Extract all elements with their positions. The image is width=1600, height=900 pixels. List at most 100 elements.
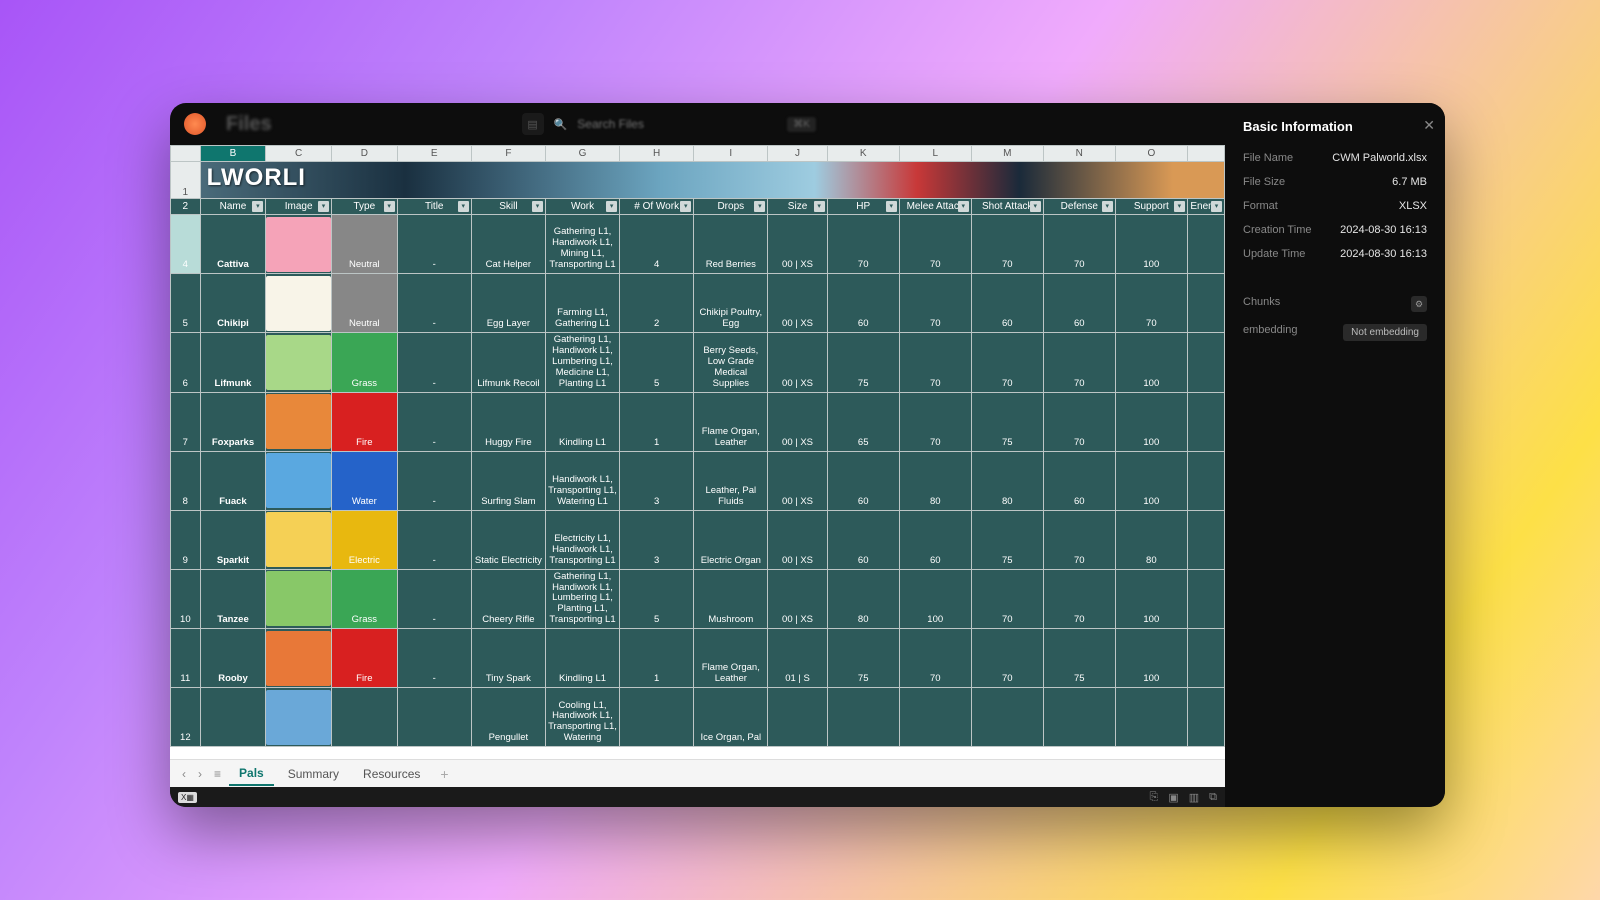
cell-hp[interactable]: 75	[827, 629, 899, 688]
col-header-M[interactable]: M	[971, 146, 1043, 162]
col-header-corner[interactable]	[171, 146, 201, 162]
cell-melee[interactable]: 70	[899, 274, 971, 333]
grid[interactable]: BCDEFGHIJKLMNO 1 LWORLI 2 Name▾Image▾Typ…	[170, 145, 1225, 759]
cell-melee[interactable]: 70	[899, 333, 971, 393]
cell-hp[interactable]	[827, 688, 899, 747]
cell-title[interactable]: -	[397, 510, 471, 569]
filter-arrow-icon[interactable]: ▾	[1174, 201, 1185, 212]
add-sheet-icon[interactable]: +	[434, 766, 454, 782]
cell-name[interactable]: Sparkit	[200, 510, 266, 569]
cell-skill[interactable]: Lifmunk Recoil	[471, 333, 545, 393]
cell-shot[interactable]: 60	[971, 274, 1043, 333]
row-num[interactable]: 5	[171, 274, 201, 333]
cell-type[interactable]: Fire	[332, 629, 398, 688]
cell-skill[interactable]: Tiny Spark	[471, 629, 545, 688]
header-support[interactable]: Support▾	[1115, 199, 1187, 215]
filter-arrow-icon[interactable]: ▾	[532, 201, 543, 212]
cell-image[interactable]	[266, 215, 332, 274]
cell-title[interactable]	[397, 688, 471, 747]
cell-title[interactable]: -	[397, 215, 471, 274]
sheet-list-icon[interactable]: ≡	[210, 767, 225, 781]
cell-drops[interactable]: Ice Organ, Pal	[694, 688, 768, 747]
cell-def[interactable]: 60	[1043, 274, 1115, 333]
cell-skill[interactable]: Pengullet	[471, 688, 545, 747]
cell-image[interactable]	[266, 629, 332, 688]
cell-shot[interactable]: 70	[971, 333, 1043, 393]
header-shotattack[interactable]: Shot Attack▾	[971, 199, 1043, 215]
cell-title[interactable]: -	[397, 274, 471, 333]
col-header-E[interactable]: E	[397, 146, 471, 162]
cell-name[interactable]: Tanzee	[200, 569, 266, 629]
cell-enemy[interactable]	[1187, 215, 1224, 274]
header-title[interactable]: Title▾	[397, 199, 471, 215]
cell-skill[interactable]: Surfing Slam	[471, 451, 545, 510]
cell-skill[interactable]: Cat Helper	[471, 215, 545, 274]
cell-def[interactable]: 60	[1043, 451, 1115, 510]
cell-numwork[interactable]: 2	[620, 274, 694, 333]
col-header-O[interactable]: O	[1115, 146, 1187, 162]
cell-enemy[interactable]	[1187, 688, 1224, 747]
cell-size[interactable]	[768, 688, 827, 747]
cell-melee[interactable]: 70	[899, 215, 971, 274]
cell-title[interactable]: -	[397, 333, 471, 393]
header-hp[interactable]: HP▾	[827, 199, 899, 215]
header-work[interactable]: Work▾	[545, 199, 619, 215]
cell-shot[interactable]	[971, 688, 1043, 747]
col-header-N[interactable]: N	[1043, 146, 1115, 162]
cell-size[interactable]: 00 | XS	[768, 569, 827, 629]
cell-image[interactable]	[266, 451, 332, 510]
cell-sup[interactable]: 70	[1115, 274, 1187, 333]
cell-enemy[interactable]	[1187, 569, 1224, 629]
cell-numwork[interactable]: 4	[620, 215, 694, 274]
cell-skill[interactable]: Egg Layer	[471, 274, 545, 333]
header-meleeattack[interactable]: Melee Attack▾	[899, 199, 971, 215]
cell-melee[interactable]: 70	[899, 629, 971, 688]
row-num[interactable]: 8	[171, 451, 201, 510]
cell-name[interactable]: Foxparks	[200, 392, 266, 451]
cell-name[interactable]: Fuack	[200, 451, 266, 510]
header-skill[interactable]: Skill▾	[471, 199, 545, 215]
cell-sup[interactable]: 100	[1115, 392, 1187, 451]
status-icon-3[interactable]: ▥	[1189, 791, 1199, 804]
cell-name[interactable]: Cattiva	[200, 215, 266, 274]
cell-melee[interactable]: 70	[899, 392, 971, 451]
tab-resources[interactable]: Resources	[353, 763, 430, 785]
cell-size[interactable]: 01 | S	[768, 629, 827, 688]
col-header-F[interactable]: F	[471, 146, 545, 162]
cell-type[interactable]: Neutral	[332, 274, 398, 333]
col-header-C[interactable]: C	[266, 146, 332, 162]
cell-def[interactable]: 70	[1043, 510, 1115, 569]
cell-work[interactable]: Kindling L1	[545, 392, 619, 451]
search-input[interactable]	[577, 111, 777, 137]
cell-type[interactable]: Neutral	[332, 215, 398, 274]
cell-work[interactable]: Farming L1, Gathering L1	[545, 274, 619, 333]
row-num[interactable]: 1	[171, 162, 201, 199]
cell-enemy[interactable]	[1187, 392, 1224, 451]
cell-drops[interactable]: Red Berries	[694, 215, 768, 274]
cell-image[interactable]	[266, 274, 332, 333]
filter-arrow-icon[interactable]: ▾	[1030, 201, 1041, 212]
cell-hp[interactable]: 65	[827, 392, 899, 451]
cell-shot[interactable]: 80	[971, 451, 1043, 510]
status-icon-4[interactable]: ⧉	[1209, 791, 1217, 804]
cell-def[interactable]: 70	[1043, 392, 1115, 451]
col-header-I[interactable]: I	[694, 146, 768, 162]
filter-arrow-icon[interactable]: ▾	[606, 201, 617, 212]
cell-shot[interactable]: 70	[971, 629, 1043, 688]
col-header-B[interactable]: B	[200, 146, 266, 162]
cell-type[interactable]: Fire	[332, 392, 398, 451]
row-num[interactable]: 7	[171, 392, 201, 451]
cell-def[interactable]: 75	[1043, 629, 1115, 688]
status-icon-1[interactable]: ⎘	[1150, 791, 1159, 804]
cell-drops[interactable]: Mushroom	[694, 569, 768, 629]
cell-skill[interactable]: Static Electricity	[471, 510, 545, 569]
cell-melee[interactable]: 100	[899, 569, 971, 629]
filter-arrow-icon[interactable]: ▾	[680, 201, 691, 212]
filter-arrow-icon[interactable]: ▾	[384, 201, 395, 212]
cell-type[interactable]: Grass	[332, 333, 398, 393]
cell-melee[interactable]	[899, 688, 971, 747]
cell-sup[interactable]: 100	[1115, 215, 1187, 274]
cell-work[interactable]: Handiwork L1, Transporting L1, Watering …	[545, 451, 619, 510]
cell-size[interactable]: 00 | XS	[768, 333, 827, 393]
chunks-settings-icon[interactable]: ⚙	[1411, 296, 1427, 312]
